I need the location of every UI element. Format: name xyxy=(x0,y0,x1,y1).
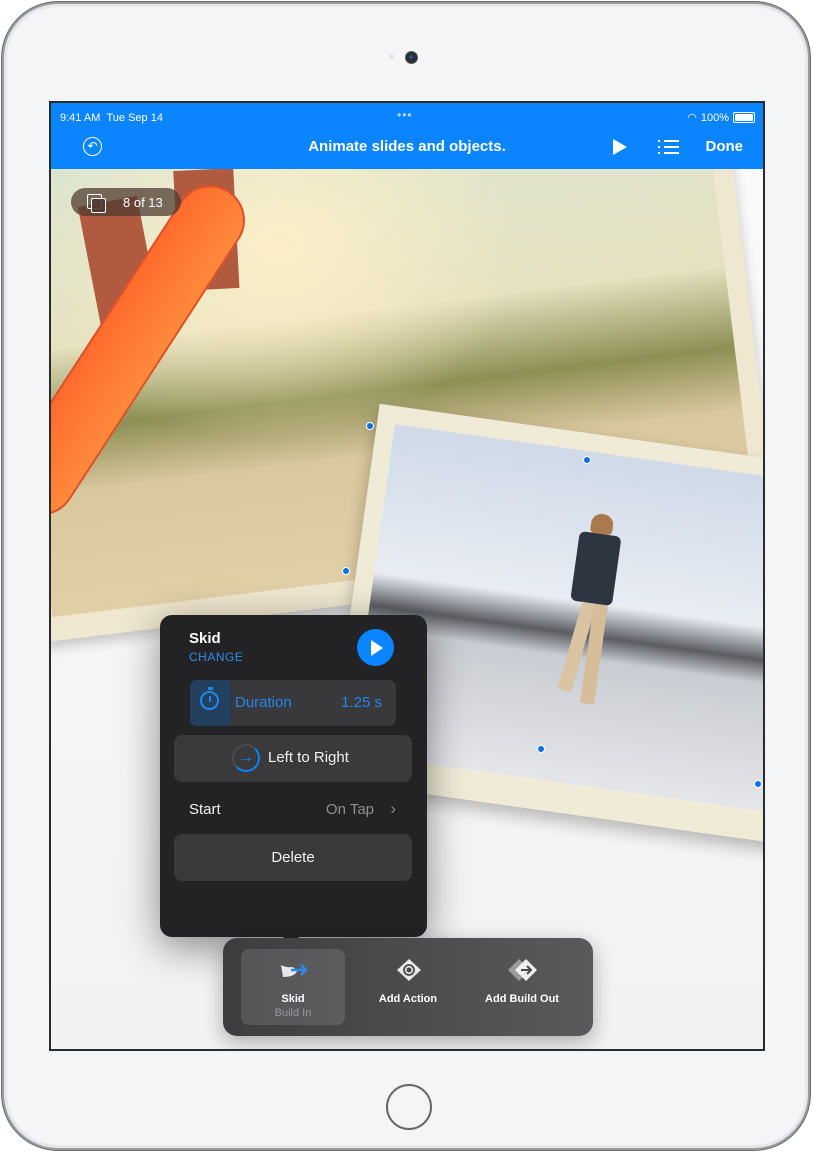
duration-label: Duration xyxy=(235,694,292,711)
top-toolbar: 9:41 AM Tue Sep 14 ••• ◠ 100% ↶ Animate … xyxy=(51,103,763,169)
preview-play-button[interactable] xyxy=(357,629,394,666)
tool-sublabel: Build In xyxy=(274,1007,312,1019)
slide-counter-text: 8 of 13 xyxy=(123,195,163,210)
selection-handle[interactable] xyxy=(342,567,350,575)
delete-button[interactable]: Delete xyxy=(174,834,412,881)
add-build-out-button[interactable]: Add Build Out xyxy=(470,949,574,1025)
start-row[interactable]: Start On Tap › xyxy=(174,793,412,829)
slide-counter[interactable]: 8 of 13 xyxy=(71,188,181,216)
selection-handle[interactable] xyxy=(366,422,374,430)
change-effect-button[interactable]: CHANGE xyxy=(189,650,243,664)
front-camera-icon xyxy=(405,51,418,64)
battery-percent: 100% xyxy=(700,111,729,124)
battery-icon xyxy=(733,112,755,123)
chevron-right-icon: › xyxy=(390,799,396,818)
animation-popover: Skid CHANGE Duration 1.25 s → Left to Ri… xyxy=(160,615,427,937)
skid-build-in-icon xyxy=(281,964,308,977)
selection-handle[interactable] xyxy=(537,745,545,753)
skid-build-in-button[interactable]: Skid Build In xyxy=(241,949,345,1025)
slide-canvas[interactable]: 8 of 13 Skid CHANGE Duration 1.25 s → Le… xyxy=(51,169,763,1049)
start-value: On Tap xyxy=(325,801,374,818)
play-icon[interactable] xyxy=(613,139,627,155)
tool-label: Add Build Out xyxy=(485,993,559,1005)
done-button[interactable]: Done xyxy=(706,138,744,155)
stopwatch-icon xyxy=(200,687,219,710)
wifi-icon: ◠ xyxy=(687,112,697,124)
animation-toolbar: Skid Build In Add Action Add Build Out xyxy=(223,938,593,1036)
duration-value: 1.25 s xyxy=(341,694,382,711)
page-title: Animate slides and objects. xyxy=(308,138,506,155)
status-right: ◠ 100% xyxy=(687,111,755,124)
screen: 9:41 AM Tue Sep 14 ••• ◠ 100% ↶ Animate … xyxy=(49,101,765,1051)
slides-icon xyxy=(87,194,106,213)
start-label: Start xyxy=(189,801,221,818)
add-action-icon xyxy=(397,959,421,981)
multitasking-dots[interactable]: ••• xyxy=(397,108,413,122)
tool-label: Add Action xyxy=(378,993,438,1005)
list-icon[interactable] xyxy=(658,139,679,155)
home-button[interactable] xyxy=(386,1084,432,1130)
tool-label: Skid xyxy=(281,993,305,1005)
selection-handle[interactable] xyxy=(583,456,591,464)
duration-slider[interactable]: Duration 1.25 s xyxy=(190,680,396,726)
direction-button[interactable]: → Left to Right xyxy=(174,735,412,782)
light-sensor xyxy=(389,54,394,59)
status-time-date: 9:41 AM Tue Sep 14 xyxy=(60,112,163,124)
status-time: 9:41 AM xyxy=(60,112,101,124)
direction-label: Left to Right xyxy=(268,749,349,766)
arrow-right-icon: → xyxy=(232,744,260,772)
skater-figure xyxy=(547,510,634,716)
add-action-button[interactable]: Add Action xyxy=(356,949,460,1025)
status-date: Tue Sep 14 xyxy=(106,112,163,124)
add-build-out-icon xyxy=(508,959,537,981)
selection-handle[interactable] xyxy=(754,780,762,788)
effect-name: Skid xyxy=(189,630,221,647)
